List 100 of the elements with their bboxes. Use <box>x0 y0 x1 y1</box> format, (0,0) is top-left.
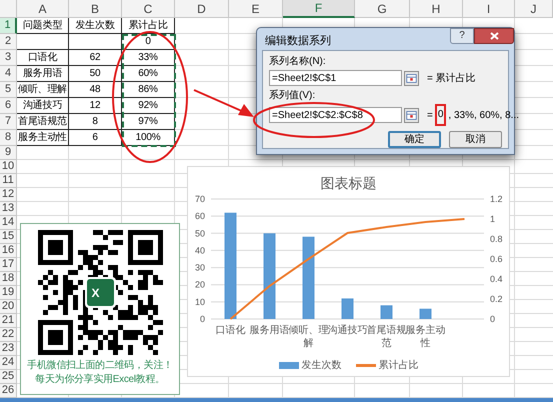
grid-cell[interactable]: 97% <box>122 114 175 130</box>
grid-cell[interactable]: 12 <box>69 98 122 114</box>
row-header[interactable]: 2 <box>0 34 17 50</box>
axis-tick-label: 1 <box>490 214 496 224</box>
grid-cell[interactable]: 92% <box>122 98 175 114</box>
axis-tick-label: 0.6 <box>490 254 503 264</box>
row-header[interactable]: 17 <box>0 258 17 272</box>
row-header[interactable]: 20 <box>0 300 17 314</box>
range-select-icon[interactable] <box>404 108 419 122</box>
row-header[interactable]: 18 <box>0 272 17 286</box>
row-header[interactable]: 16 <box>0 244 17 258</box>
axis-tick-label: 0.8 <box>490 234 503 244</box>
row-header[interactable]: 5 <box>0 82 17 98</box>
dialog-title: 编辑数据系列 <box>265 34 331 49</box>
row-header[interactable]: 19 <box>0 286 17 300</box>
row-header[interactable]: 8 <box>0 130 17 146</box>
dialog-button[interactable]: 取消 <box>449 131 502 148</box>
row-header[interactable]: 11 <box>0 174 17 188</box>
close-button[interactable] <box>474 28 514 44</box>
series-values-field[interactable]: =Sheet2!$C$2:$C$8 <box>269 107 402 123</box>
highlighted-value: 0 <box>434 104 446 126</box>
column-header[interactable]: C <box>122 0 175 18</box>
legend-bar-swatch-icon <box>278 362 298 369</box>
grid-cell[interactable]: 60% <box>122 66 175 82</box>
column-header[interactable]: H <box>410 0 463 18</box>
series-values-preview: , 33%, 60%, 8... <box>448 108 520 122</box>
row-header[interactable]: 24 <box>0 356 17 370</box>
axis-tick-label: 10 <box>194 296 205 307</box>
qr-caption: 每天为你分享实用Excel教程。 <box>35 373 165 387</box>
row-header[interactable]: 3 <box>0 50 17 66</box>
column-header[interactable]: J <box>515 0 553 18</box>
column-header[interactable]: B <box>69 0 122 18</box>
grid-cell[interactable]: 6 <box>69 130 122 146</box>
grid-cell[interactable]: 问题类型 <box>17 18 69 34</box>
legend-line-swatch-icon <box>356 364 376 367</box>
row-header[interactable]: 15 <box>0 230 17 244</box>
axis-tick-label: 0.4 <box>490 274 503 284</box>
row-header[interactable]: 23 <box>0 342 17 356</box>
series-values-preview-prefix: = <box>427 108 433 122</box>
range-select-icon[interactable] <box>404 70 419 86</box>
row-header[interactable]: 9 <box>0 146 17 160</box>
category-label: 首尾语规范 <box>366 324 406 350</box>
grid-cell[interactable]: 8 <box>69 114 122 130</box>
column-header[interactable]: D <box>175 0 229 18</box>
grid-cell[interactable] <box>17 34 69 50</box>
axis-tick-label: 20 <box>194 280 205 290</box>
category-label: 服务主动性 <box>406 324 446 350</box>
row-header[interactable]: 21 <box>0 314 17 328</box>
row-header[interactable]: 6 <box>0 98 17 114</box>
grid-cell[interactable] <box>69 34 122 50</box>
axis-tick-label: 60 <box>194 211 205 222</box>
row-header[interactable]: 13 <box>0 202 17 216</box>
grid-cell[interactable]: 50 <box>69 66 122 82</box>
series-name-field[interactable]: =Sheet2!$C$1 <box>269 70 402 86</box>
grid-cell[interactable]: 62 <box>69 50 122 66</box>
row-header[interactable]: 25 <box>0 370 17 384</box>
legend-label: 累计占比 <box>378 358 418 373</box>
row-header[interactable]: 7 <box>0 114 17 130</box>
row-header[interactable]: 14 <box>0 216 17 230</box>
close-icon <box>490 32 498 40</box>
grid-cell[interactable]: 0 <box>122 34 175 50</box>
column-header[interactable]: E <box>229 0 283 18</box>
axis-tick-label: 1.2 <box>490 194 503 204</box>
row-header[interactable]: 1 <box>0 18 17 34</box>
axis-tick-label: 0 <box>490 314 496 324</box>
series-name-preview: = 累计占比 <box>427 72 476 86</box>
bar <box>420 308 432 319</box>
column-header[interactable]: A <box>17 0 69 18</box>
qr-caption: 手机微信扫上面的二维码，关注！ <box>27 359 173 373</box>
row-header[interactable]: 22 <box>0 328 17 342</box>
grid-cell[interactable]: 86% <box>122 82 175 98</box>
grid-cell[interactable]: 首尾语规范 <box>17 114 69 130</box>
annotation-arrow <box>194 89 254 117</box>
bar <box>380 305 392 319</box>
axis-tick-label: 0 <box>200 314 205 324</box>
grid-cell[interactable]: 100% <box>122 130 175 146</box>
grid-cell[interactable]: 服务主动性 <box>17 130 69 146</box>
grid-cell[interactable]: 48 <box>69 82 122 98</box>
grid-cell[interactable]: 33% <box>122 50 175 66</box>
row-header[interactable]: 4 <box>0 66 17 82</box>
help-button[interactable]: ? <box>450 28 474 44</box>
column-header[interactable]: I <box>463 0 515 18</box>
category-label: 倾听、理解 <box>288 324 328 350</box>
grid-cell[interactable]: 倾听、理解 <box>17 82 69 98</box>
column-header[interactable]: F <box>283 0 355 18</box>
axis-tick-label: 30 <box>194 262 205 273</box>
grid-cell[interactable]: 口语化 <box>17 50 69 66</box>
grid-cell[interactable]: 累计占比 <box>122 18 175 34</box>
row-header[interactable]: 10 <box>0 160 17 174</box>
column-header[interactable]: G <box>355 0 410 18</box>
chart-title: 图表标题 <box>320 174 376 193</box>
series-name-label: 系列名称(N): <box>269 56 327 68</box>
grid-cell[interactable]: 服务用语 <box>17 66 69 82</box>
grid-cell[interactable]: 发生次数 <box>69 18 122 34</box>
axis-tick-label: 40 <box>194 245 205 256</box>
dialog-button[interactable]: 确定 <box>388 131 441 148</box>
category-label: 沟通技巧 <box>328 324 368 337</box>
grid-cell[interactable]: 沟通技巧 <box>17 98 69 114</box>
row-header[interactable]: 12 <box>0 188 17 202</box>
row-header[interactable]: 26 <box>0 384 17 398</box>
